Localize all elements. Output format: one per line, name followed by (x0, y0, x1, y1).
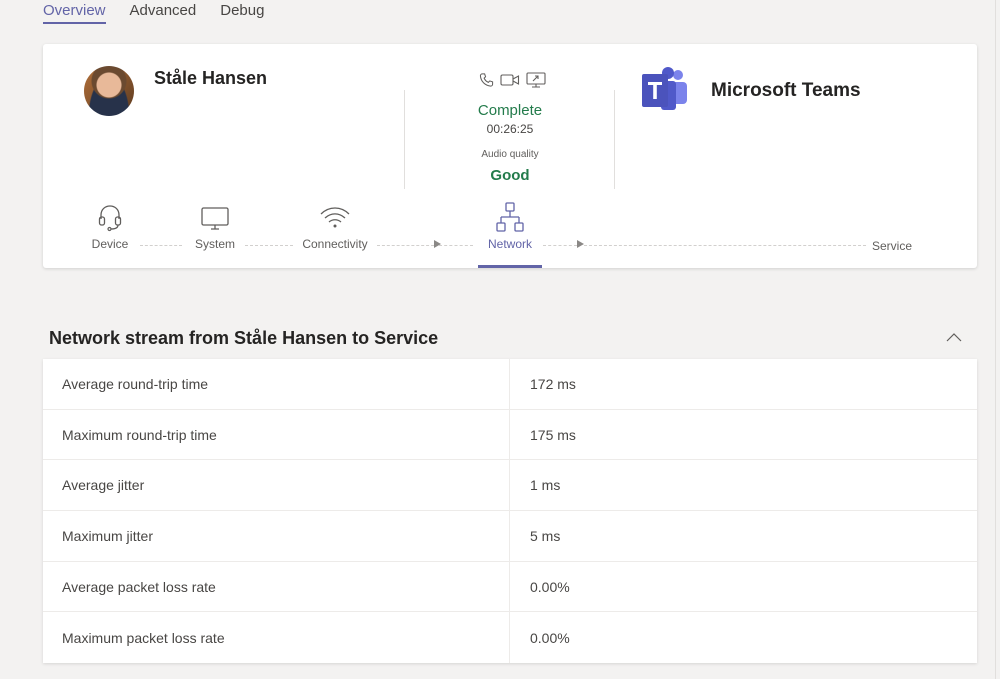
phone-icon (479, 72, 494, 93)
audio-quality-label: Audio quality (481, 149, 539, 160)
table-row: Maximum round-trip time 175 ms (43, 409, 977, 461)
table-row: Maximum jitter 5 ms (43, 511, 977, 562)
step-label: System (194, 237, 235, 251)
participant-name: Ståle Hansen (154, 68, 268, 88)
modality-icons (479, 72, 546, 93)
stat-value: 0.00% (530, 578, 570, 595)
video-icon (500, 73, 520, 92)
tab-overview[interactable]: Overview (43, 0, 106, 24)
network-stats-table: Average round-trip time 172 ms Maximum r… (43, 359, 977, 664)
screen-share-icon (526, 72, 546, 93)
section-title: Network stream from Ståle Hansen to Serv… (49, 328, 439, 348)
table-row: Average packet loss rate 0.00% (43, 561, 977, 613)
chevron-up-icon (946, 333, 962, 342)
headset-icon (80, 202, 140, 234)
path-connector (543, 245, 577, 246)
path-connector (245, 245, 293, 246)
teams-logo-icon (642, 67, 687, 110)
call-duration: 00:26:25 (486, 122, 534, 136)
stat-value: 0.00% (530, 629, 570, 646)
stat-name: Average jitter (43, 460, 510, 511)
step-system[interactable]: System (185, 202, 245, 251)
active-step-indicator (478, 265, 542, 268)
call-summary-card: Ståle Hansen Complete 00:26:25 Audio qua… (43, 44, 977, 268)
tab-debug[interactable]: Debug (220, 0, 264, 24)
step-service[interactable]: Service (868, 239, 913, 253)
stat-name: Maximum jitter (43, 511, 510, 561)
path-connector (377, 245, 434, 246)
collapse-button[interactable] (944, 330, 964, 346)
wifi-icon (295, 202, 375, 234)
service-name: Microsoft Teams (711, 80, 861, 101)
path-arrow (434, 240, 441, 248)
audio-quality-value: Good (490, 167, 530, 184)
step-device[interactable]: Device (80, 202, 140, 251)
call-status: Complete (477, 102, 543, 119)
page-scroll-edge (995, 0, 996, 679)
step-connectivity[interactable]: Connectivity (295, 202, 375, 251)
divider (614, 90, 615, 189)
step-network[interactable]: Network (474, 202, 546, 251)
tab-bar: Overview Advanced Debug (43, 0, 264, 26)
tab-advanced[interactable]: Advanced (130, 0, 197, 24)
avatar (84, 66, 134, 116)
table-row: Average round-trip time 172 ms (43, 359, 977, 410)
stat-name: Average round-trip time (43, 359, 510, 409)
table-row: Maximum packet loss rate 0.00% (43, 612, 977, 664)
stat-name: Maximum packet loss rate (43, 612, 510, 664)
monitor-icon (185, 202, 245, 234)
path-connector (584, 245, 871, 246)
stat-name: Maximum round-trip time (43, 409, 510, 460)
step-label: Device (91, 237, 129, 251)
stat-value: 172 ms (530, 375, 576, 392)
step-label: Network (487, 237, 532, 251)
stat-value: 5 ms (530, 527, 561, 544)
divider (404, 90, 405, 189)
network-icon (474, 202, 546, 234)
path-connector (439, 245, 473, 246)
call-analytics-page: Overview Advanced Debug Ståle Hansen Com… (0, 0, 1000, 679)
stat-value: 175 ms (530, 426, 576, 443)
stat-value: 1 ms (530, 477, 561, 494)
step-label: Connectivity (302, 237, 368, 251)
path-connector (140, 245, 182, 246)
stat-name: Average packet loss rate (43, 561, 510, 612)
path-arrow (577, 240, 584, 248)
table-row: Average jitter 1 ms (43, 460, 977, 512)
